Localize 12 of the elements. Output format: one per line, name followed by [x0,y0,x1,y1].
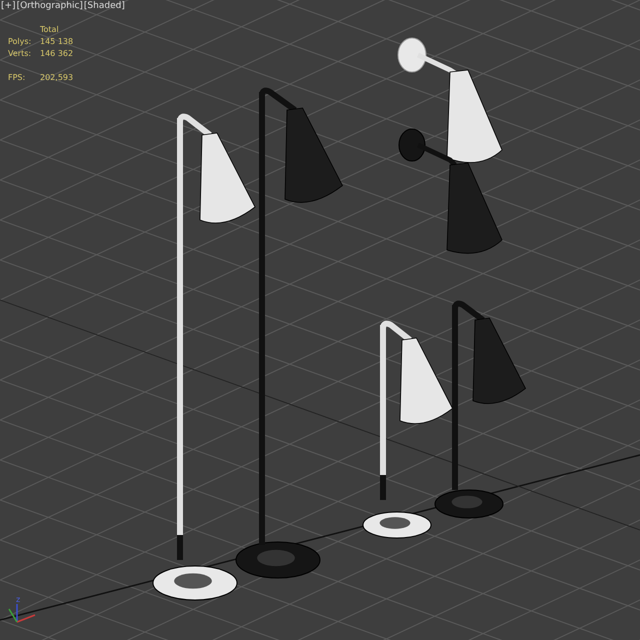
stats-header: Total [40,25,60,35]
fps-label: FPS: [8,73,26,83]
viewport-label[interactable]: [+] [1,1,16,12]
stats-label: Polys: [8,37,32,47]
stats-value: 145 138 [40,37,74,47]
viewport-label[interactable]: [Shaded] [84,1,125,12]
stats-label: Verts: [8,49,32,59]
stats-value: 146 362 [40,49,74,59]
viewport-label[interactable]: [Orthographic] [16,1,83,12]
axis-gizmo-icon [8,604,36,623]
fps-value: 202,593 [40,73,74,83]
axis-label: z [16,595,20,604]
